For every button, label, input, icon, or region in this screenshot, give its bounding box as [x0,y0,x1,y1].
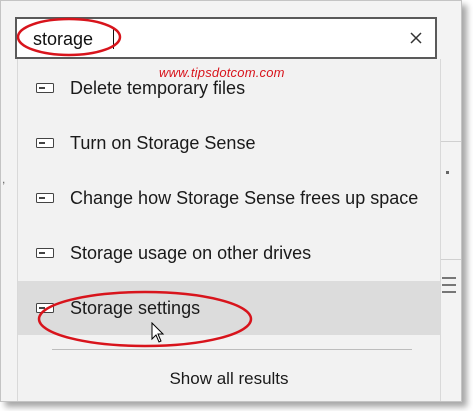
drive-icon [36,248,54,258]
result-item-label: Turn on Storage Sense [70,132,256,153]
settings-window: Delete temporary files Turn on Storage S… [0,0,462,402]
show-all-results-button[interactable]: Show all results [18,364,440,394]
background-divider [441,141,461,142]
hamburger-icon [442,277,456,298]
results-divider [52,349,412,350]
result-item-storage-settings[interactable]: Storage settings [18,281,440,335]
result-item-label: Change how Storage Sense frees up space [70,187,419,208]
drive-icon [36,193,54,203]
background-comma: , [2,172,6,186]
search-input[interactable] [33,27,393,51]
search-results-dropdown: Delete temporary files Turn on Storage S… [17,59,441,401]
result-item-change-storage-sense[interactable]: Change how Storage Sense frees up space [18,171,440,225]
background-divider [441,259,461,260]
result-item-label: Delete temporary files [70,77,246,98]
drive-icon [36,138,54,148]
result-item-storage-usage-other-drives[interactable]: Storage usage on other drives [18,226,440,280]
drive-icon [36,303,54,313]
result-item-turn-on-storage-sense[interactable]: Turn on Storage Sense [18,116,440,170]
background-dot [446,171,449,174]
close-icon[interactable] [407,29,425,47]
drive-icon [36,83,54,93]
search-box[interactable] [15,17,437,59]
mouse-cursor-icon [151,322,165,343]
watermark-text: www.tipsdotcom.com [159,65,285,80]
result-item-label: Storage settings [70,297,201,318]
text-caret [113,27,114,49]
background-page [439,65,461,401]
result-item-label: Storage usage on other drives [70,242,312,263]
